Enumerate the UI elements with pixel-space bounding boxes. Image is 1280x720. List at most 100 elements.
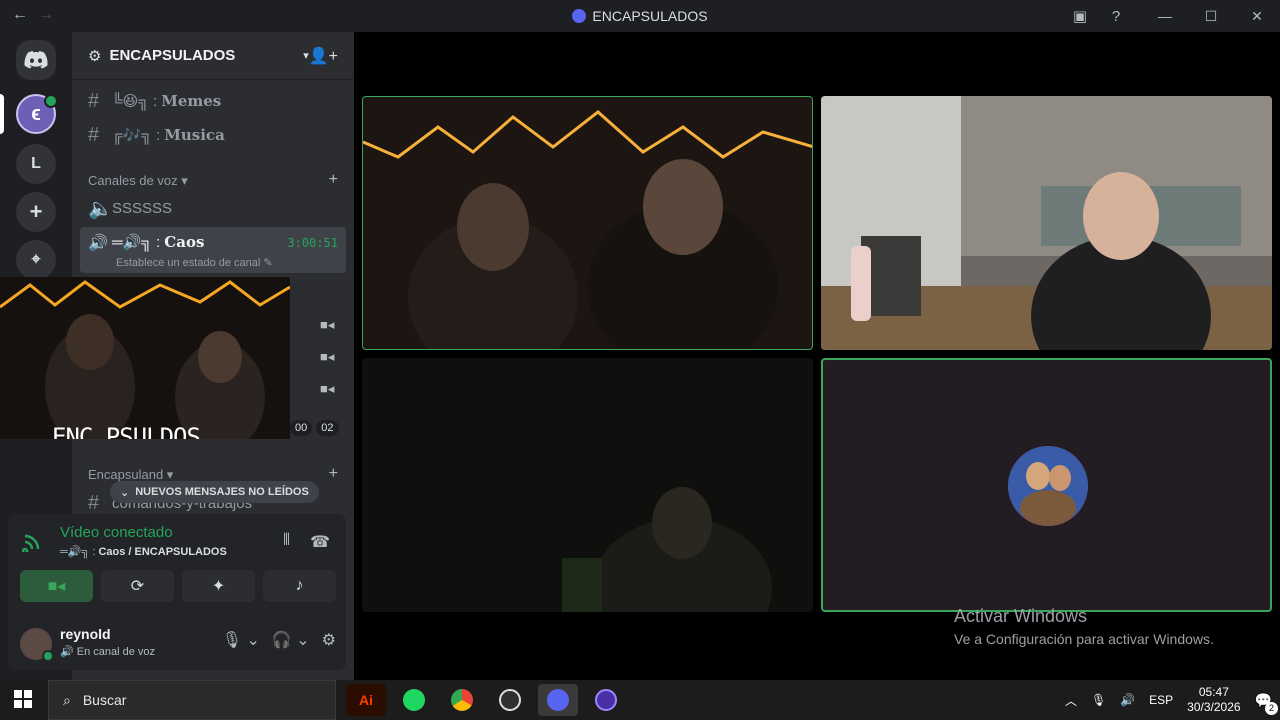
help-icon[interactable]: ? — [1098, 8, 1134, 25]
settings-icon[interactable]: ⚙ — [322, 630, 336, 650]
channel-name: Memes — [161, 92, 222, 110]
close-button[interactable]: ✕ — [1234, 8, 1280, 25]
server-encapsulados[interactable]: ϵ — [16, 94, 58, 134]
activities-icon: ✦ — [211, 578, 226, 595]
voice-channel-ssssss[interactable]: 🔈 SSSSSS — [80, 192, 346, 224]
illustrator-icon[interactable]: Ai — [346, 684, 386, 716]
screen-share-button[interactable]: ⟳ — [101, 570, 174, 602]
hash-icon: # — [88, 123, 100, 146]
speaker-icon: 🔊 — [88, 235, 108, 252]
inbox-icon[interactable]: ▣ — [1062, 7, 1098, 25]
video-tile[interactable] — [362, 96, 813, 350]
obs-icon[interactable] — [490, 684, 530, 716]
channel-memes[interactable]: # ╚😆╗ : Memes — [80, 85, 346, 117]
clock-date: 30/3/2026 — [1187, 700, 1241, 714]
gear-icon: ⚙ — [88, 47, 102, 65]
explore-icon[interactable]: ⌖ — [16, 240, 56, 280]
chevron-down-icon: ▾ — [181, 173, 188, 188]
video-feed — [362, 358, 813, 612]
guild-header[interactable]: ⚙ ENCAPSULADOS ▾ 👤+ — [72, 32, 354, 80]
signal-icon[interactable] — [21, 530, 48, 556]
video-feed — [363, 110, 812, 349]
online-indicator — [42, 650, 54, 662]
disconnect-icon[interactable]: ☎ — [310, 532, 330, 552]
camera-button[interactable]: ■◂ — [20, 570, 93, 602]
channel-status[interactable]: Establece un estado de canal ✎ — [116, 256, 273, 269]
speaker-icon: 🔊 — [60, 646, 74, 658]
activation-watermark: Activar Windows Ve a Configuración para … — [954, 606, 1214, 647]
taskbar-search[interactable]: ⌕ Buscar — [48, 680, 336, 720]
username[interactable]: reynold — [60, 626, 111, 642]
server-icon — [572, 9, 587, 23]
notification-icon[interactable]: 💬 2 — [1255, 692, 1278, 715]
video-camera-icon: ■◂ — [47, 578, 66, 595]
active-server-indicator — [0, 94, 4, 134]
avatar[interactable] — [20, 628, 54, 662]
volume-icon[interactable]: 🔊 — [1120, 693, 1135, 707]
notification-count: 2 — [1265, 701, 1278, 715]
hash-icon: # — [88, 491, 100, 514]
search-placeholder: Buscar — [82, 692, 127, 708]
taskbar: ⌕ Buscar Ai ︿ 🎙 🔊 ESP 05:47 30/3/2026 💬 2 — [0, 680, 1280, 720]
watermark-subtitle: Ve a Configuración para activar Windows. — [954, 631, 1214, 647]
add-member-icon[interactable]: 👤+ — [309, 46, 338, 66]
minimize-button[interactable]: — — [1142, 8, 1188, 24]
spotify-icon[interactable] — [394, 684, 434, 716]
guild-name: ENCAPSULADOS — [109, 47, 236, 64]
avatar — [1008, 446, 1088, 526]
chevron-up-icon[interactable]: ︿ — [1065, 692, 1077, 709]
add-channel-icon[interactable]: + — [329, 171, 338, 189]
headphones-icon[interactable]: 🎧 ⌄ — [272, 630, 310, 650]
unread-banner[interactable]: ⌄ NUEVOS MENSAJES NO LEÍDOS — [110, 481, 319, 503]
search-icon: ⌕ — [63, 691, 71, 708]
voice-channel-info[interactable]: ═🔊╗ : Caos / ENCAPSULADOS — [60, 545, 227, 558]
screen-share-icon: ⟳ — [130, 578, 145, 595]
add-channel-icon[interactable]: + — [329, 465, 338, 483]
call-timer: 3:00:51 — [287, 236, 338, 250]
chevron-down-icon: ⌄ — [120, 486, 130, 499]
video-tile[interactable] — [362, 358, 813, 612]
home-button[interactable] — [16, 40, 56, 80]
language-indicator[interactable]: ESP — [1149, 693, 1173, 707]
microphone-icon[interactable]: 🎙 — [1091, 693, 1106, 707]
channel-prefix: ═🔊╗ : — [112, 234, 161, 251]
server-glyph: ϵ — [31, 102, 41, 125]
channel-musica[interactable]: # ╔🎶╗ : Musica — [80, 119, 346, 151]
add-server-button[interactable]: + — [16, 192, 56, 232]
channel-name: Caos — [164, 233, 205, 251]
popout-logo: ENC PSULDOS — [52, 423, 201, 439]
category-voice[interactable]: Canales de voz ▾ — [88, 173, 188, 189]
channel-prefix: ╔🎶╗ : — [112, 127, 161, 144]
user-panel: reynold 🔊 En canal de voz 🎙 ⌄ 🎧 ⌄ ⚙ — [20, 626, 336, 666]
video-dot — [44, 94, 58, 108]
video-tile[interactable] — [821, 358, 1272, 612]
user-status: 🔊 En canal de voz — [60, 646, 156, 658]
channel-name: Musica — [164, 126, 225, 144]
watermark-title: Activar Windows — [954, 606, 1088, 626]
pencil-icon: ✎ — [263, 257, 273, 269]
video-popout[interactable]: ENC PSULDOS — [0, 277, 290, 439]
channel-name: SSSSSS — [112, 199, 173, 217]
camera-icon: ■◂ — [320, 349, 335, 364]
microphone-icon[interactable]: 🎙 ⌄ — [222, 630, 260, 650]
voice-channel-caos[interactable]: 🔊 ═🔊╗ : Caos 3:00:51 Establece un estado… — [80, 227, 346, 273]
badge: 02 — [316, 420, 339, 436]
voice-connection-panel: Vídeo conectado ═🔊╗ : Caos / ENCAPSULADO… — [8, 514, 346, 670]
maximize-button[interactable]: ☐ — [1188, 8, 1234, 25]
noise-suppression-icon[interactable]: ⦀ — [283, 532, 290, 552]
soundboard-button[interactable]: ♪ — [263, 570, 336, 602]
server-l[interactable]: L — [16, 144, 56, 184]
video-stage — [354, 32, 1280, 680]
discord-taskbar-icon[interactable] — [538, 684, 578, 716]
video-feed — [821, 96, 1272, 350]
clock-time: 05:47 — [1198, 685, 1229, 699]
video-tile[interactable] — [821, 96, 1272, 350]
activities-button[interactable]: ✦ — [182, 570, 255, 602]
app-icon[interactable] — [586, 684, 626, 716]
badges: 00 02 — [290, 420, 339, 436]
clock[interactable]: 05:47 30/3/2026 — [1187, 685, 1240, 715]
chrome-icon[interactable] — [442, 684, 482, 716]
voice-status[interactable]: Vídeo conectado — [60, 524, 173, 541]
windows-start-icon[interactable] — [14, 690, 32, 713]
camera-icon: ■◂ — [320, 381, 335, 396]
